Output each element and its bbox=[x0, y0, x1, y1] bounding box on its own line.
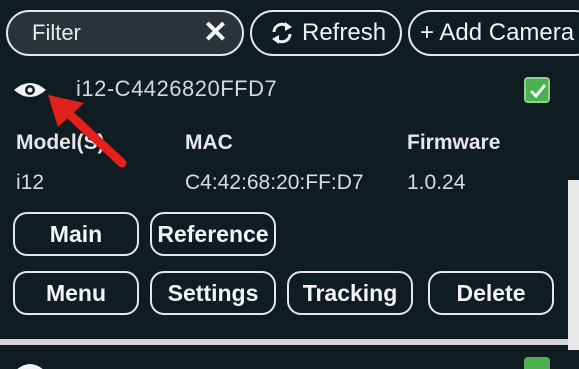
card-divider bbox=[0, 339, 568, 345]
tracking-label: Tracking bbox=[302, 279, 398, 306]
camera-panel: Filter ✕ Refresh + Add Camera i12-C44268… bbox=[0, 0, 579, 369]
red-arrow bbox=[48, 95, 127, 168]
mac-header: MAC bbox=[185, 131, 233, 154]
refresh-label: Refresh bbox=[302, 19, 387, 46]
settings-button[interactable]: Settings bbox=[150, 271, 276, 315]
eye-icon[interactable] bbox=[12, 360, 48, 369]
scrollbar-thumb[interactable] bbox=[568, 180, 579, 350]
main-label: Main bbox=[49, 220, 103, 247]
add-camera-label: + Add Camera bbox=[420, 19, 575, 46]
refresh-button[interactable]: Refresh bbox=[250, 10, 402, 56]
checkbox-icon[interactable] bbox=[524, 357, 550, 369]
settings-label: Settings bbox=[167, 279, 259, 306]
checkbox-icon[interactable] bbox=[524, 77, 550, 103]
toolbar: Filter ✕ Refresh + Add Camera bbox=[0, 0, 579, 64]
reference-button[interactable]: Reference bbox=[150, 212, 276, 256]
filter-placeholder: Filter bbox=[32, 20, 81, 45]
delete-button[interactable]: Delete bbox=[428, 271, 554, 315]
main-button[interactable]: Main bbox=[13, 212, 139, 256]
filter-input[interactable]: Filter ✕ bbox=[6, 10, 244, 56]
close-icon[interactable]: ✕ bbox=[203, 18, 228, 48]
reference-label: Reference bbox=[157, 220, 269, 247]
refresh-icon bbox=[272, 22, 292, 44]
firmware-value: 1.0.24 bbox=[407, 171, 466, 194]
firmware-header: Firmware bbox=[407, 131, 501, 154]
tracking-button[interactable]: Tracking bbox=[287, 271, 413, 315]
delete-label: Delete bbox=[456, 279, 526, 306]
add-camera-button[interactable]: + Add Camera bbox=[408, 10, 579, 56]
menu-button[interactable]: Menu bbox=[13, 271, 139, 315]
mac-value: C4:42:68:20:FF:D7 bbox=[185, 171, 364, 194]
menu-label: Menu bbox=[45, 279, 107, 306]
